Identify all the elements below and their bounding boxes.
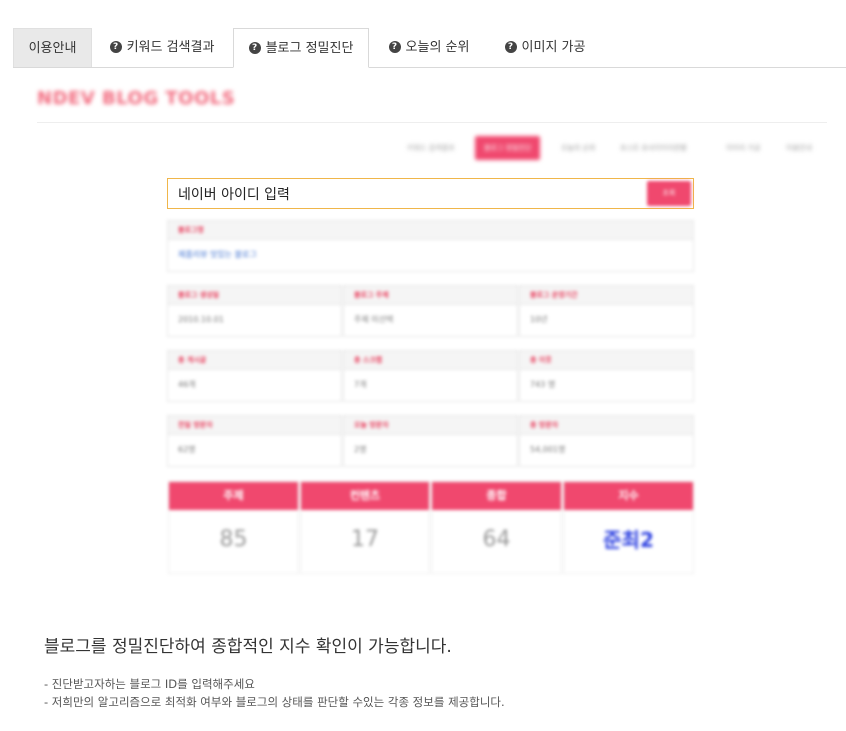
score-value-index: 준최2 [603,528,654,552]
field-label: 총 이웃 [520,351,693,370]
field-value: 주제 미선택 [354,315,394,324]
field-label: 오늘 방문자 [344,416,517,435]
description-title: 블로그를 정밀진단하여 종합적인 지수 확인이 가능합니다. [44,637,452,657]
field-label: 블로그 운영기간 [520,286,693,305]
field-value: 46개 [178,380,196,389]
info-cell: 블로그 생성일 2010.10.01 [167,285,342,337]
subnav-item-active: 블로그 정밀진단 [475,136,541,160]
info-cell: 총 이웃 743 명 [519,350,694,402]
brand-logo: NDEV BLOG TOOLS [37,88,236,109]
field-label: 블로그 주제 [344,286,517,305]
field-value: 62명 [178,445,196,454]
search-bar: 조회 [167,178,694,210]
field-value: 743 명 [530,380,556,389]
description-line: - 저희만의 알고리즘으로 최적화 여부와 블로그의 상태를 판단할 수있는 각… [44,695,505,709]
field-value: 7개 [354,380,367,389]
info-cell: 오늘 방문자 2명 [343,415,518,467]
field-value: 10년 [530,315,548,324]
search-button[interactable]: 조회 [647,181,691,206]
field-label: 총 스크랩 [344,351,517,370]
divider [37,122,827,123]
naver-id-input[interactable] [176,179,640,210]
score-label: 종합 [432,482,561,510]
field-label: 총 게시글 [168,351,341,370]
field-value: 2010.10.01 [178,315,224,324]
field-value: 제품리뷰 맛있는 블로그 [178,250,257,259]
field-label: 블로그 생성일 [168,286,341,305]
score-cell-topic: 주제 85 [168,481,299,574]
field-label: 총 방문자 [520,416,693,435]
info-cell: 총 게시글 46개 [167,350,342,402]
info-cell: 블로그 주제주제 미선택 [343,285,518,337]
preview-screenshot: NDEV BLOG TOOLS 키워드 검색결과 블로그 정밀진단 오늘의 순위… [0,0,846,600]
field-label: 블로그명 [168,221,693,240]
field-value: 54,001명 [530,445,566,454]
field-value: 2명 [354,445,367,454]
subnav-item: 이용안내 [786,144,812,152]
score-cell-total: 종합 64 [431,481,562,574]
info-cell: 블로그 운영기간 10년 [519,285,694,337]
subnav-item: 이미지 가공 [726,144,761,152]
score-cell-index: 지수 준최2 [563,481,694,574]
score-label: 주제 [169,482,298,510]
blog-name-box: 블로그명 제품리뷰 맛있는 블로그 [167,220,694,272]
info-cell: 총 방문자 54,001명 [519,415,694,467]
description-line: - 진단받고자하는 블로그 ID를 입력해주세요 [44,677,255,691]
score-value: 85 [219,527,248,552]
score-value: 64 [482,527,511,552]
score-label: 컨텐츠 [301,482,429,510]
field-label: 전일 방문자 [168,416,341,435]
subnav-item: 포스트 유사이미지판별 [620,144,687,152]
info-cell: 전일 방문자 62명 [167,415,342,467]
subnav-item: 키워드 검색결과 [407,144,455,152]
score-cell-content: 컨텐츠 17 [300,481,430,574]
subnav-item: 오늘의 순위 [561,144,596,152]
info-cell: 총 스크랩 7개 [343,350,518,402]
score-value: 17 [351,527,379,552]
score-label: 지수 [564,482,693,510]
